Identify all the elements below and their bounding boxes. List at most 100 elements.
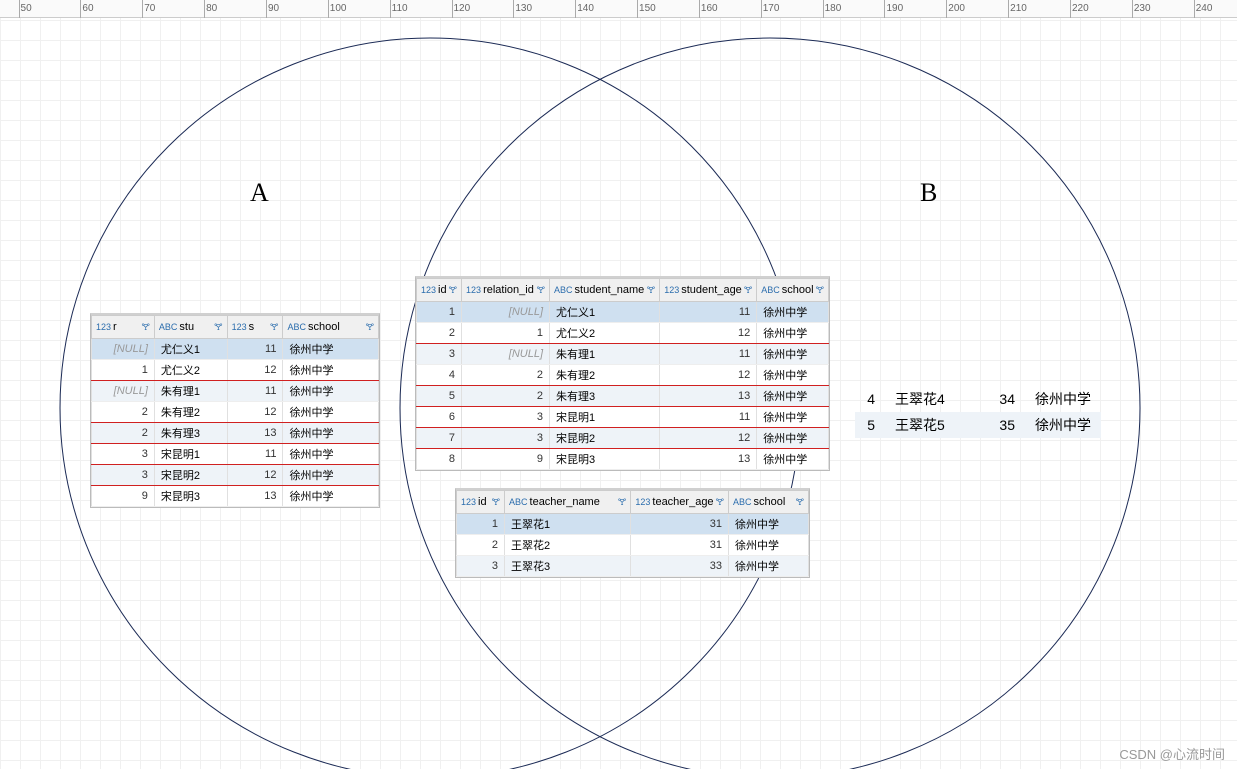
filter-icon[interactable]: 🝖 (366, 318, 374, 336)
column-header[interactable]: 123id🝖 (417, 279, 462, 302)
ruler-tick (142, 0, 143, 18)
label-b: B (920, 178, 937, 208)
cell-relation-id: 2 (462, 386, 550, 407)
cell-id: 7 (417, 428, 462, 449)
filter-icon[interactable]: 🝖 (214, 318, 222, 336)
cell-school: 徐州中学 (283, 339, 379, 360)
filter-icon[interactable]: 🝖 (270, 318, 278, 336)
cell-r: [NULL] (92, 381, 155, 402)
table-row[interactable]: [NULL]朱有理111徐州中学 (92, 381, 379, 402)
cell-student-age: 13 (660, 386, 757, 407)
table-row[interactable]: 3宋昆明212徐州中学 (92, 465, 379, 486)
ruler-tick-label: 50 (21, 3, 32, 14)
cell-school: 徐州中学 (729, 514, 809, 535)
cell-teacher-age: 31 (631, 514, 729, 535)
filter-icon[interactable]: 🝖 (492, 493, 500, 511)
column-header[interactable]: 123r🝖 (92, 316, 155, 339)
filter-icon[interactable]: 🝖 (647, 281, 655, 299)
filter-icon[interactable]: 🝖 (716, 493, 724, 511)
cell-relation-id: [NULL] (462, 302, 550, 323)
ruler-tick-label: 210 (1010, 3, 1027, 14)
cell-student-age: 13 (660, 449, 757, 470)
cell-id: 5 (855, 412, 885, 438)
list-item[interactable]: 4王翠花434徐州中学 (855, 386, 1101, 412)
table-row[interactable]: 1尤仁义212徐州中学 (92, 360, 379, 381)
ruler-tick (513, 0, 514, 18)
cell-r: 3 (92, 444, 155, 465)
cell-student-name: 宋昆明2 (550, 428, 660, 449)
table-row[interactable]: 21尤仁义212徐州中学 (417, 323, 829, 344)
cell-relation-id: 3 (462, 428, 550, 449)
cell-relation-id: 9 (462, 449, 550, 470)
table-row[interactable]: [NULL]尤仁义111徐州中学 (92, 339, 379, 360)
table-row[interactable]: 1[NULL]尤仁义111徐州中学 (417, 302, 829, 323)
cell-name: 王翠花5 (885, 412, 975, 438)
table-row[interactable]: 2王翠花231徐州中学 (457, 535, 809, 556)
table-row[interactable]: 1王翠花131徐州中学 (457, 514, 809, 535)
table-row[interactable]: 2朱有理313徐州中学 (92, 423, 379, 444)
cell-student-name: 朱有理2 (550, 365, 660, 386)
table-row[interactable]: 2朱有理212徐州中学 (92, 402, 379, 423)
list-item[interactable]: 5王翠花535徐州中学 (855, 412, 1101, 438)
cell-school: 徐州中学 (283, 381, 379, 402)
cell-school: 徐州中学 (283, 423, 379, 444)
ruler-tick-label: 100 (330, 3, 347, 14)
column-header[interactable]: ABCstu🝖 (154, 316, 227, 339)
cell-id: 4 (855, 386, 885, 412)
column-header[interactable]: ABCteacher_name🝖 (505, 491, 631, 514)
ruler-tick-label: 60 (82, 3, 93, 14)
cell-teacher-name: 王翠花2 (505, 535, 631, 556)
column-header[interactable]: ABCschool🝖 (729, 491, 809, 514)
cell-student-name: 宋昆明1 (550, 407, 660, 428)
table-row[interactable]: 42朱有理212徐州中学 (417, 365, 829, 386)
filter-icon[interactable]: 🝖 (816, 281, 824, 299)
table-center: 123id🝖 123relation_id🝖 ABCstudent_name🝖 … (415, 276, 830, 471)
filter-icon[interactable]: 🝖 (449, 281, 457, 299)
ruler-horizontal: 5060708090100110120130140150160170180190… (0, 0, 1237, 18)
filter-icon[interactable]: 🝖 (141, 318, 149, 336)
cell-teacher-age: 33 (631, 556, 729, 577)
ruler-tick-label: 230 (1134, 3, 1151, 14)
filter-icon[interactable]: 🝖 (537, 281, 545, 299)
cell-age: 35 (975, 412, 1025, 438)
table-row[interactable]: 9宋昆明313徐州中学 (92, 486, 379, 507)
filter-icon[interactable]: 🝖 (618, 493, 626, 511)
column-header[interactable]: 123student_age🝖 (660, 279, 757, 302)
cell-school: 徐州中学 (757, 428, 829, 449)
table-row[interactable]: 73宋昆明212徐州中学 (417, 428, 829, 449)
column-header[interactable]: ABCstudent_name🝖 (550, 279, 660, 302)
cell-relation-id: 3 (462, 407, 550, 428)
cell-id: 1 (417, 302, 462, 323)
ruler-tick-label: 150 (639, 3, 656, 14)
column-header[interactable]: 123s🝖 (227, 316, 283, 339)
cell-school: 徐州中学 (1025, 386, 1101, 412)
column-header[interactable]: 123teacher_age🝖 (631, 491, 729, 514)
table-row[interactable]: 52朱有理313徐州中学 (417, 386, 829, 407)
filter-icon[interactable]: 🝖 (744, 281, 752, 299)
column-header[interactable]: ABCschool🝖 (757, 279, 829, 302)
table-row[interactable]: 89宋昆明313徐州中学 (417, 449, 829, 470)
cell-r: [NULL] (92, 339, 155, 360)
cell-student-name: 宋昆明3 (550, 449, 660, 470)
cell-school: 徐州中学 (729, 556, 809, 577)
cell-s: 12 (227, 465, 283, 486)
cell-teacher-age: 31 (631, 535, 729, 556)
ruler-tick (328, 0, 329, 18)
table-row[interactable]: 3王翠花333徐州中学 (457, 556, 809, 577)
ruler-tick-label: 90 (268, 3, 279, 14)
cell-id: 2 (457, 535, 505, 556)
cell-stu: 朱有理3 (154, 423, 227, 444)
table-row[interactable]: 3[NULL]朱有理111徐州中学 (417, 344, 829, 365)
column-header[interactable]: ABCschool🝖 (283, 316, 379, 339)
cell-relation-id: 1 (462, 323, 550, 344)
cell-stu: 尤仁义1 (154, 339, 227, 360)
table-row[interactable]: 63宋昆明111徐州中学 (417, 407, 829, 428)
filter-icon[interactable]: 🝖 (796, 493, 804, 511)
ruler-tick (1008, 0, 1009, 18)
ruler-tick-label: 110 (392, 3, 408, 14)
column-header[interactable]: 123id🝖 (457, 491, 505, 514)
watermark: CSDN @心流时间 (1119, 744, 1225, 763)
column-header[interactable]: 123relation_id🝖 (462, 279, 550, 302)
table-row[interactable]: 3宋昆明111徐州中学 (92, 444, 379, 465)
ruler-tick-label: 200 (948, 3, 965, 14)
